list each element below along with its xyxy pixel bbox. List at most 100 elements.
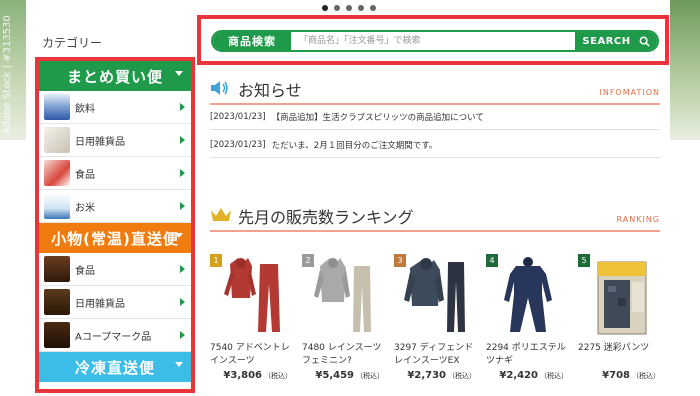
rank-badge: 1 — [210, 254, 222, 267]
price-value: ¥3,806 — [223, 370, 262, 381]
news-date: [2023/01/23] — [210, 139, 266, 150]
news-title: お知らせ — [238, 81, 302, 100]
rank-badge: 5 — [578, 254, 590, 267]
chevron-right-icon — [180, 103, 185, 111]
sidebar-item-drinks[interactable]: 飲料 — [39, 91, 191, 124]
product-price: ¥2,420 （税込） — [499, 370, 568, 381]
sidebar-item-label: 飲料 — [75, 103, 95, 115]
price-value: ¥2,730 — [407, 370, 446, 381]
food-thumbnail — [44, 160, 70, 186]
tax-label: （税込） — [264, 372, 292, 380]
slider-dots — [322, 5, 376, 11]
slider-dot[interactable] — [322, 5, 328, 11]
tax-label: （税込） — [632, 372, 660, 380]
product-image[interactable] — [216, 254, 288, 336]
news-item[interactable]: [2023/01/23] 【商品追加】生活クラブスピリッツの商品追加について — [210, 104, 660, 130]
price-value: ¥5,459 — [315, 370, 354, 381]
search-input[interactable] — [291, 32, 575, 50]
search-area: 商品検索 SEARCH — [197, 15, 669, 65]
chevron-right-icon — [180, 136, 185, 144]
chevron-down-icon — [175, 233, 183, 238]
section-label: 冷凍直送便 — [74, 358, 155, 377]
sidebar-item-label: Aコープマーク品 — [75, 331, 152, 343]
slider-dot[interactable] — [370, 5, 376, 11]
crown-icon — [211, 208, 231, 221]
news-date: [2023/01/23] — [210, 111, 266, 122]
news-text[interactable]: 【商品追加】生活クラブスピリッツの商品追加について — [272, 111, 484, 123]
sidebar-item-food[interactable]: 食品 — [39, 253, 191, 286]
chevron-down-icon — [175, 71, 183, 76]
sidebar-item-food[interactable]: 食品 — [39, 157, 191, 190]
sidebar-item-label: 日用雑貨品 — [75, 136, 125, 148]
sidebar-item-daily-goods[interactable]: 日用雑貨品 — [39, 124, 191, 157]
product-name[interactable]: 7480 レインスーツフェミニン? — [302, 342, 388, 368]
product-price: ¥708 （税込） — [602, 370, 660, 381]
product-name[interactable]: 2294 ポリエステルツナギ — [486, 342, 572, 368]
drinks-thumbnail — [44, 94, 70, 120]
daily-goods-thumbnail — [44, 127, 70, 153]
speaker-icon — [211, 81, 228, 95]
search-button-label: SEARCH — [582, 35, 631, 47]
chevron-right-icon — [180, 202, 185, 210]
background-photo-left: Adobe Stock | #313530 — [0, 0, 26, 140]
section-header-direct-ambient[interactable]: 小物(常温)直送便 — [39, 223, 191, 253]
product-image[interactable] — [584, 254, 656, 336]
ranking-subtitle: RANKING — [616, 215, 660, 224]
search-icon — [639, 36, 650, 47]
rank-badge: 4 — [486, 254, 498, 267]
news-text[interactable]: ただいま、2月１回目分のご注文期間です。 — [272, 139, 438, 151]
sidebar-item-label: 食品 — [75, 265, 95, 277]
product-name[interactable]: 3297 ディフェンドレインスーツEX — [394, 342, 480, 368]
chevron-down-icon — [175, 362, 183, 367]
product-price: ¥3,806 （税込） — [223, 370, 292, 381]
product-price: ¥2,730 （税込） — [407, 370, 476, 381]
section-label: まとめ買い便 — [66, 67, 163, 86]
sidebar-item-a-coop[interactable]: Aコープマーク品 — [39, 319, 191, 352]
slider-dot[interactable] — [346, 5, 352, 11]
stock-watermark: Adobe Stock | #313530 — [2, 15, 13, 134]
sidebar-item-daily-goods[interactable]: 日用雑貨品 — [39, 286, 191, 319]
news-item[interactable]: [2023/01/23] ただいま、2月１回目分のご注文期間です。 — [210, 132, 660, 158]
search-bar: 商品検索 SEARCH — [211, 30, 659, 52]
news-header: お知らせ INFOMATION — [210, 73, 660, 105]
chevron-right-icon — [180, 265, 185, 273]
rank-badge: 3 — [394, 254, 406, 267]
rice-thumbnail — [44, 193, 70, 219]
tax-label: （税込） — [540, 372, 568, 380]
chevron-right-icon — [180, 169, 185, 177]
product-image[interactable] — [308, 254, 380, 336]
price-value: ¥708 — [602, 370, 630, 381]
sidebar-item-label: お米 — [75, 202, 95, 214]
tax-label: （税込） — [356, 372, 384, 380]
background-photo-right — [670, 0, 700, 140]
rank-badge: 2 — [302, 254, 314, 267]
category-sidebar: まとめ買い便 飲料 日用雑貨品 食品 お米 小物(常温)直送便 食品 日用雑貨品… — [35, 57, 195, 393]
slider-dot[interactable] — [358, 5, 364, 11]
a-coop-thumbnail — [44, 322, 70, 348]
sidebar-item-label: 食品 — [75, 169, 95, 181]
section-header-bulk[interactable]: まとめ買い便 — [39, 61, 191, 91]
price-value: ¥2,420 — [499, 370, 538, 381]
ranking-header: 先月の販売数ランキング RANKING — [210, 202, 660, 232]
chevron-right-icon — [180, 331, 185, 339]
product-name[interactable]: 7540 アドベントレインスーツ — [210, 342, 296, 368]
tax-label: （税込） — [448, 372, 476, 380]
product-price: ¥5,459 （税込） — [315, 370, 384, 381]
search-label: 商品検索 — [213, 32, 291, 50]
product-image[interactable] — [400, 254, 472, 336]
product-image[interactable] — [492, 254, 564, 336]
ranking-list: 1 7540 アドベントレインスーツ ¥3,806 （税込） 2 7480 レイン… — [210, 254, 660, 384]
food-thumbnail — [44, 256, 70, 282]
product-name[interactable]: 2275 迷彩パンツ — [578, 342, 664, 355]
section-label: 小物(常温)直送便 — [51, 229, 179, 248]
category-heading: カテゴリー — [42, 36, 103, 50]
daily-goods-thumbnail — [44, 289, 70, 315]
sidebar-item-rice[interactable]: お米 — [39, 190, 191, 223]
search-button[interactable]: SEARCH — [575, 32, 657, 50]
ranking-title: 先月の販売数ランキング — [238, 208, 414, 227]
news-subtitle: INFOMATION — [599, 88, 660, 97]
sidebar-item-label: 日用雑貨品 — [75, 298, 125, 310]
slider-dot[interactable] — [334, 5, 340, 11]
chevron-right-icon — [180, 298, 185, 306]
section-header-frozen[interactable]: 冷凍直送便 — [39, 352, 191, 382]
